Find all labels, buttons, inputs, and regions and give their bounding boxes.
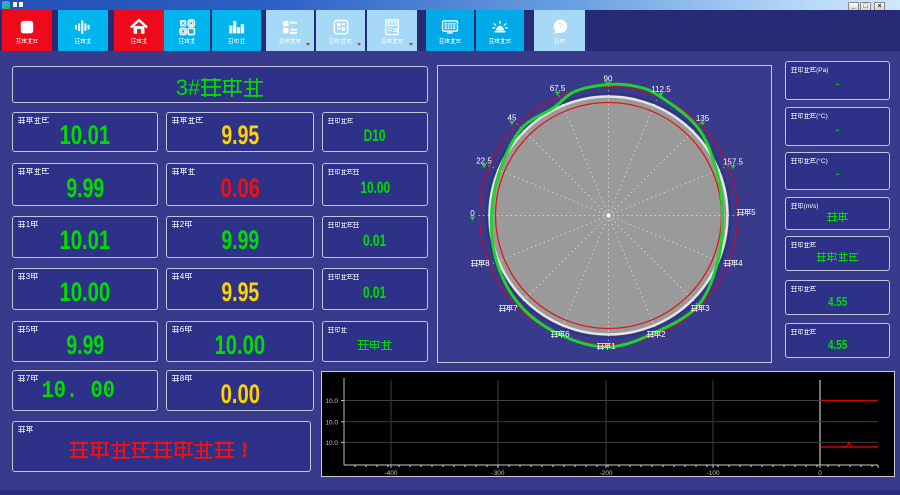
svg-text:-100: -100	[706, 470, 719, 476]
svg-text:-400: -400	[384, 470, 397, 476]
svg-text:10.0: 10.0	[325, 440, 338, 447]
svg-text:10.0: 10.0	[325, 419, 338, 426]
svg-text:22.5: 22.5	[476, 157, 492, 166]
svg-text:45: 45	[508, 114, 517, 123]
svg-text:?: ?	[557, 21, 563, 32]
svg-text:112.5: 112.5	[651, 85, 671, 94]
svg-text:10.0: 10.0	[325, 398, 338, 405]
svg-text:135: 135	[696, 114, 710, 123]
svg-text:-300: -300	[491, 470, 504, 476]
svg-text:-200: -200	[599, 470, 612, 476]
svg-text:67.5: 67.5	[550, 84, 566, 93]
svg-text:157.5: 157.5	[723, 158, 744, 167]
svg-text:0: 0	[818, 470, 822, 476]
svg-text:0: 0	[470, 209, 475, 218]
svg-text:90: 90	[604, 75, 613, 84]
